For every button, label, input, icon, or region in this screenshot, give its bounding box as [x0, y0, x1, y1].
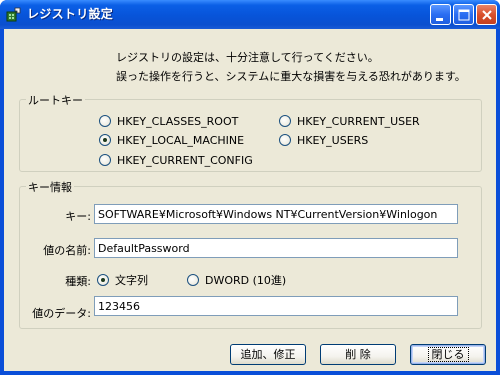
radio-button-icon	[187, 274, 199, 286]
add-modify-button[interactable]: 追加、修正	[230, 344, 306, 365]
close-window-button[interactable]	[476, 4, 497, 25]
close-button[interactable]: 閉じる	[410, 344, 486, 365]
radio-label: HKEY_CLASSES_ROOT	[117, 114, 239, 128]
key-path-input[interactable]: SOFTWARE¥Microsoft¥Windows NT¥CurrentVer…	[94, 204, 458, 224]
value-data-input[interactable]: 123456	[94, 296, 458, 316]
value-name-label: 値の名前:	[43, 244, 91, 257]
value-data-label: 値のデータ:	[32, 307, 91, 320]
radio-hkey-current-user[interactable]: HKEY_CURRENT_USER	[279, 114, 420, 128]
window-title: レジストリ設定	[27, 7, 114, 21]
radio-label: HKEY_LOCAL_MACHINE	[117, 133, 245, 147]
minimize-icon	[436, 18, 443, 21]
close-icon	[482, 10, 492, 20]
radio-hkey-users[interactable]: HKEY_USERS	[279, 133, 368, 147]
maximize-button[interactable]	[453, 4, 474, 25]
radio-label: HKEY_USERS	[297, 133, 369, 147]
radio-hkey-local-machine[interactable]: HKEY_LOCAL_MACHINE	[99, 133, 244, 147]
type-label: 種類:	[65, 275, 91, 288]
dialog-client-area: レジストリの設定は、十分注意して行ってください。 誤った操作を行うと、システムに…	[4, 29, 496, 371]
radio-type-dword[interactable]: DWORD (10進)	[187, 273, 286, 287]
key-info-group-label: キー情報	[26, 179, 74, 195]
key-info-group: キー情報 キー: SOFTWARE¥Microsoft¥Windows NT¥C…	[19, 179, 482, 329]
maximize-icon	[458, 9, 470, 21]
close-button-label: 閉じる	[427, 347, 469, 362]
radio-button-selected-icon	[99, 134, 111, 146]
radio-label: 文字列	[115, 274, 148, 287]
minimize-button[interactable]	[430, 4, 451, 25]
radio-type-string[interactable]: 文字列	[97, 273, 148, 287]
warning-text-line-2: 誤った操作を行うと、システムに重大な損害を与える恐れがあります。	[116, 70, 466, 83]
title-bar[interactable]: レジストリ設定	[0, 0, 500, 29]
delete-button[interactable]: 削 除	[320, 344, 396, 365]
radio-label: DWORD (10進)	[205, 274, 287, 287]
radio-hkey-classes-root[interactable]: HKEY_CLASSES_ROOT	[99, 114, 238, 128]
warning-text-line-1: レジストリの設定は、十分注意して行ってください。	[116, 51, 379, 64]
radio-hkey-current-config[interactable]: HKEY_CURRENT_CONFIG	[99, 153, 253, 167]
root-key-group-label: ルートキー	[26, 92, 85, 108]
radio-label: HKEY_CURRENT_CONFIG	[117, 153, 253, 167]
radio-button-icon	[99, 154, 111, 166]
root-key-group: ルートキー HKEY_CLASSES_ROOT HKEY_CURRENT_USE…	[19, 92, 482, 172]
radio-label: HKEY_CURRENT_USER	[297, 114, 420, 128]
value-name-input[interactable]: DefaultPassword	[94, 238, 458, 258]
radio-button-icon	[279, 115, 291, 127]
radio-button-icon	[99, 115, 111, 127]
key-label: キー:	[65, 210, 91, 223]
registry-settings-window: レジストリ設定 レジストリの設定は、十分注意して行ってください。 誤った操作を行…	[0, 0, 500, 375]
registry-app-icon	[6, 7, 21, 22]
radio-button-icon	[279, 134, 291, 146]
radio-button-selected-icon	[97, 274, 109, 286]
